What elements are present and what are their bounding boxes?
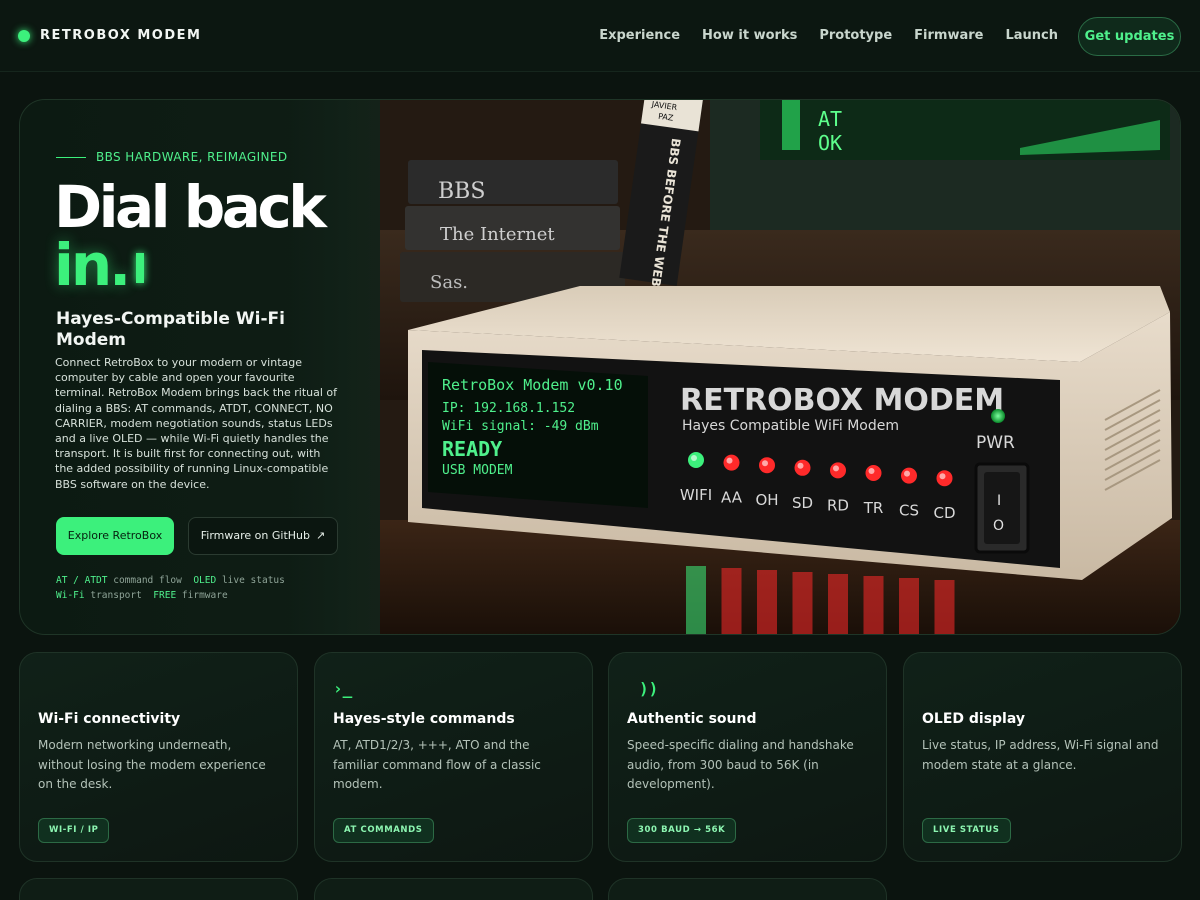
book-internet: The Internet: [440, 224, 555, 245]
hero-subtitle: Hayes-Compatible Wi-Fi Modem: [56, 309, 285, 350]
hero-headline-green: in.: [54, 231, 131, 299]
get-updates-button[interactable]: Get updates: [1078, 17, 1181, 56]
oled-line-2: IP: 192.168.1.152: [442, 401, 575, 416]
led-highlight: [833, 465, 839, 472]
spec-highlight: OLED: [193, 575, 217, 586]
spec-highlight: FREE: [153, 590, 177, 601]
device-subtitle: Hayes Compatible WiFi Modem: [682, 418, 899, 434]
led-label-tr: TR: [863, 499, 884, 517]
spec-text: command flow: [113, 575, 182, 586]
feature-badge: 300 BAUD → 56K: [627, 818, 737, 843]
book-bbs: BBS: [438, 179, 485, 204]
hero-section: AT OK BBS The Internet Sas. JAVIER PAZ B…: [19, 99, 1181, 635]
feature-title: Hayes-style commands: [333, 711, 515, 727]
led-reflection: [792, 572, 813, 634]
spec-highlight: AT / ATDT: [56, 575, 108, 586]
feature-card-partial: [314, 878, 593, 900]
feature-card-partial: [608, 878, 887, 900]
feature-description: AT, ATD1/2/3, +++, ATO and the familiar …: [333, 738, 541, 791]
specs-row-2: Wi-Fi transport FREE firmware: [56, 588, 285, 603]
feature-badge: WI-FI / IP: [38, 818, 110, 843]
monitor-line-at: AT: [818, 107, 842, 131]
led-highlight: [904, 470, 910, 477]
led-reflection: [863, 576, 884, 634]
led-highlight: [797, 462, 804, 469]
feature-description: Speed-specific dialing and handshake aud…: [627, 738, 854, 791]
hero-description: Connect RetroBox to your modern or vinta…: [55, 356, 337, 491]
feature-title: Wi-Fi connectivity: [38, 711, 181, 727]
feature-title: OLED display: [922, 711, 1025, 727]
feature-title: Authentic sound: [627, 711, 757, 727]
led-highlight: [868, 468, 875, 474]
nav-link-firmware[interactable]: Firmware: [914, 28, 983, 43]
hero-eyebrow: BBS HARDWARE, REIMAGINED: [56, 150, 288, 164]
led-label-oh: OH: [755, 491, 778, 509]
brand-status-dot-icon: [18, 29, 30, 42]
oled-line-5: USB MODEM: [442, 463, 513, 478]
led-label-aa: AA: [721, 489, 743, 507]
external-link-arrow-icon: ↗: [316, 529, 326, 542]
spec-text: firmware: [181, 590, 228, 601]
oled-line-4: READY: [442, 437, 502, 461]
spec-text: transport: [90, 590, 142, 601]
led-reflection: [757, 570, 777, 634]
spec-highlight: Wi-Fi: [56, 590, 85, 601]
feature-description: Modern networking underneath, without lo…: [38, 738, 266, 791]
oled-line-1: RetroBox Modem v0.10: [442, 376, 623, 394]
oled-line-3: WiFi signal: -49 dBm: [442, 419, 599, 434]
feature-card-wifi: Wi-Fi connectivity Modern networking und…: [19, 652, 298, 862]
led-label-cd: CD: [933, 504, 955, 522]
led-reflection: [721, 568, 742, 634]
book-other: Sas.: [430, 272, 468, 293]
brand-name: RETROBOX MODEM: [40, 28, 202, 43]
led-highlight: [691, 455, 697, 461]
specs-row-1: AT / ATDT command flow OLED live status: [56, 573, 285, 588]
firmware-github-button[interactable]: Firmware on GitHub ↗: [188, 517, 338, 555]
feature-badge: LIVE STATUS: [922, 818, 1011, 843]
nav-link-experience[interactable]: Experience: [599, 28, 680, 43]
nav-link-how-it-works[interactable]: How it works: [702, 28, 797, 43]
firmware-github-label: Firmware on GitHub: [200, 529, 310, 542]
nav-links: Experience How it works Prototype Firmwa…: [599, 28, 1058, 43]
blinking-cursor-icon: [136, 253, 145, 283]
nav-link-prototype[interactable]: Prototype: [819, 28, 892, 43]
feature-card-oled: OLED display Live status, IP address, Wi…: [903, 652, 1182, 862]
sound-icon: )): [639, 679, 659, 698]
feature-card-sound: )) Authentic sound Speed-specific dialin…: [608, 652, 887, 862]
top-navigation: RETROBOX MODEM Experience How it works P…: [0, 0, 1200, 72]
terminal-icon: ›_: [333, 679, 353, 698]
feature-card-hayes: ›_ Hayes-style commands AT, ATD1/2/3, ++…: [314, 652, 593, 862]
switch-on-label: I: [997, 493, 1001, 509]
spec-text: live status: [221, 575, 285, 586]
led-label-sd: SD: [792, 494, 813, 512]
eyebrow-line: [56, 156, 86, 158]
device-brand: RETROBOX MODEM: [680, 383, 1004, 418]
led-highlight: [726, 457, 733, 464]
hero-headline-line-2: in.: [54, 231, 145, 299]
explore-retrobox-button[interactable]: Explore RetroBox: [56, 517, 174, 555]
led-highlight: [762, 460, 768, 467]
feature-badge: AT COMMANDS: [333, 818, 434, 843]
nav-link-launch[interactable]: Launch: [1005, 28, 1058, 43]
led-reflection: [899, 578, 919, 634]
feature-description: Live status, IP address, Wi-Fi signal an…: [922, 738, 1159, 772]
led-label-rd: RD: [827, 496, 849, 514]
led-highlight: [939, 473, 946, 480]
led-reflection: [934, 580, 955, 634]
led-label-wifi: WIFI: [680, 486, 712, 504]
eyebrow-text: BBS HARDWARE, REIMAGINED: [96, 150, 288, 164]
led-label-cs: CS: [899, 502, 919, 520]
monitor-line-ok: OK: [818, 131, 842, 155]
hero-specs: AT / ATDT command flow OLED live status …: [56, 573, 285, 603]
feature-card-partial: [19, 878, 298, 900]
led-reflection: [828, 574, 848, 634]
led-reflection: [686, 566, 706, 634]
pwr-label: PWR: [976, 433, 1015, 453]
switch-off-label: O: [993, 518, 1004, 534]
brand[interactable]: RETROBOX MODEM: [18, 28, 201, 43]
